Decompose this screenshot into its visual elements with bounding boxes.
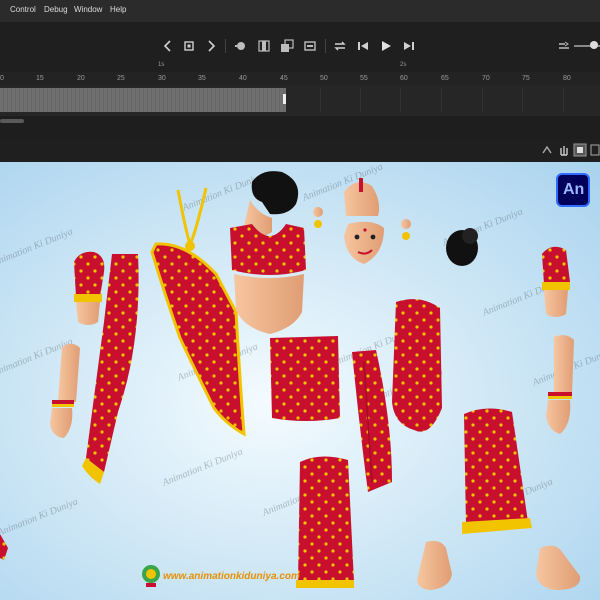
right-foot[interactable] [536, 545, 581, 590]
frame-label: 65 [441, 75, 449, 82]
left-forearm[interactable] [50, 343, 80, 438]
frame-ruler[interactable]: 1s 2s 0 15 20 25 30 35 40 45 50 55 60 65… [0, 62, 600, 87]
frame-grid-line [563, 88, 564, 112]
menu-bar: Control Debug Window Help [0, 0, 600, 23]
timeline-footer [0, 116, 600, 140]
frame-label: 25 [117, 75, 125, 82]
left-sleeve[interactable] [74, 251, 105, 325]
loop-icon[interactable] [301, 37, 319, 55]
frame-grid-line [360, 88, 361, 112]
frame-grid-line [441, 88, 442, 112]
face[interactable] [344, 178, 384, 264]
divider [225, 39, 226, 53]
next-keyframe-icon[interactable] [202, 37, 220, 55]
frame-span[interactable] [0, 88, 286, 112]
snap-icon[interactable] [540, 143, 554, 157]
right-sleeve[interactable] [542, 246, 570, 317]
clip-stage-icon[interactable] [573, 143, 587, 157]
left-foot[interactable] [417, 540, 452, 590]
frame-label: 40 [239, 75, 247, 82]
character-parts-artwork[interactable] [0, 162, 600, 600]
frame-label: 15 [36, 75, 44, 82]
frame-label: 80 [563, 75, 571, 82]
right-forearm[interactable] [546, 335, 574, 434]
insert-keyframe-icon[interactable] [180, 37, 198, 55]
center-stage-icon[interactable] [590, 143, 600, 157]
second-marker: 1s [158, 62, 165, 68]
frame-label: 35 [198, 75, 206, 82]
menu-help[interactable]: Help [110, 5, 126, 14]
second-marker: 2s [400, 62, 407, 68]
site-logo-icon [142, 565, 160, 587]
pleats[interactable] [352, 350, 392, 492]
frame-label: 45 [280, 75, 288, 82]
skirt-front[interactable] [270, 336, 340, 421]
zoom-slider[interactable] [574, 41, 600, 49]
website-credit: www.animationkiduniya.com [163, 571, 300, 582]
layer-track[interactable] [0, 86, 600, 116]
stage-toolbar [0, 140, 600, 163]
frame-label: 20 [77, 75, 85, 82]
frame-label: 55 [360, 75, 368, 82]
frame-label: 75 [522, 75, 530, 82]
prev-keyframe-icon[interactable] [159, 37, 177, 55]
timeline-toolbar [0, 22, 600, 72]
step-forward-icon[interactable] [400, 37, 418, 55]
menu-control[interactable]: Control [10, 5, 36, 14]
loop-playback-icon[interactable] [331, 37, 349, 55]
menu-window[interactable]: Window [74, 5, 102, 14]
skirt-panel[interactable] [392, 299, 442, 432]
play-icon[interactable] [377, 37, 395, 55]
app-badge-text: An [563, 181, 585, 198]
frame-grid-line [482, 88, 483, 112]
step-back-icon[interactable] [354, 37, 372, 55]
frame-label: 30 [158, 75, 166, 82]
frame-label: 70 [482, 75, 490, 82]
onion-skin-icon[interactable] [255, 37, 273, 55]
edge-fragment [0, 534, 8, 560]
timeline-scrollbar[interactable] [0, 119, 24, 123]
frame-label: 0 [0, 75, 4, 82]
hair-bun[interactable] [446, 228, 478, 266]
frame-grid-line [522, 88, 523, 112]
menu-debug[interactable]: Debug [44, 5, 68, 14]
end-frame-marker [283, 94, 286, 104]
saree-lower-left[interactable] [296, 456, 354, 588]
hand-tool-icon[interactable] [557, 143, 571, 157]
draped-saree[interactable] [150, 242, 246, 437]
fit-icon[interactable] [556, 37, 574, 55]
frame-grid-line [400, 88, 401, 112]
animate-app-badge: An [556, 173, 590, 207]
edit-multiple-frames-icon[interactable] [278, 37, 296, 55]
zoom-slider-handle[interactable] [590, 41, 598, 49]
frame-grid-line [320, 88, 321, 112]
frame-label: 60 [400, 75, 408, 82]
divider [325, 39, 326, 53]
saree-lower-right[interactable] [462, 408, 532, 534]
blouse-torso[interactable] [230, 224, 306, 334]
center-frame-icon[interactable] [232, 37, 250, 55]
frame-label: 50 [320, 75, 328, 82]
necklace[interactable] [176, 187, 208, 251]
